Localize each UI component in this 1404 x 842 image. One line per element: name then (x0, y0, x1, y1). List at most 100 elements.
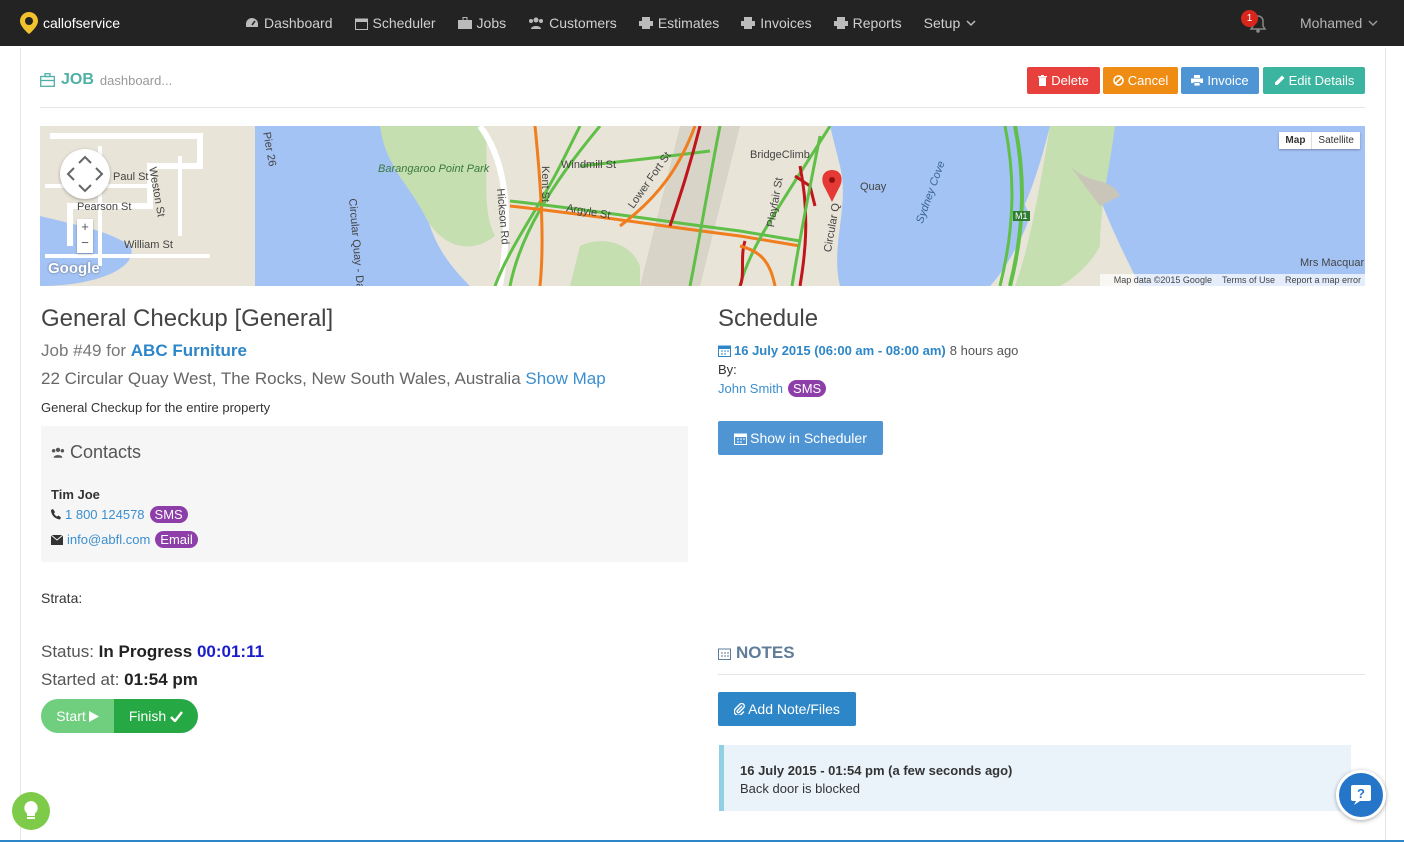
zoom-out-icon[interactable]: − (77, 235, 93, 251)
sms-badge[interactable]: SMS (788, 380, 827, 397)
delete-button-label: Delete (1051, 73, 1089, 88)
note-body: Back door is blocked (740, 781, 860, 796)
report-error-link[interactable]: Report a map error (1285, 275, 1361, 285)
note-header: 16 July 2015 - 01:54 pm (a few seconds a… (740, 763, 1013, 778)
phone-icon (51, 509, 61, 520)
map-label: BridgeClimb (750, 149, 810, 161)
contact-phone-row: 1 800 124578 SMS (51, 506, 188, 523)
users-icon (51, 447, 65, 458)
zoom-in-icon[interactable]: + (77, 219, 93, 235)
bulb-glyph-icon (24, 801, 38, 819)
google-logo: Google (48, 260, 100, 277)
contact-email-row: info@abfl.com Email (51, 531, 198, 548)
status-timer: 00:01:11 (196, 642, 265, 661)
m1-shield: M1 (1013, 211, 1030, 221)
header-divider (40, 107, 1365, 108)
print-icon (638, 17, 653, 29)
status-value: In Progress (98, 642, 193, 661)
contact-email-link[interactable]: info@abfl.com (67, 532, 150, 547)
play-icon (88, 710, 99, 722)
map-label: Barangaroo Point Park (378, 163, 490, 175)
map-data-credit: Map data ©2015 Google (1113, 275, 1212, 285)
nav-jobs[interactable]: Jobs (457, 15, 507, 31)
sms-badge[interactable]: SMS (149, 506, 188, 523)
user-menu[interactable]: Mohamed (1300, 15, 1378, 31)
nav-jobs-label: Jobs (476, 15, 507, 31)
calendar-icon (718, 648, 731, 660)
map-label: Kent St (539, 166, 551, 203)
user-name: Mohamed (1300, 15, 1363, 31)
contact-name: Tim Joe (51, 487, 100, 502)
nav-estimates[interactable]: Estimates (638, 15, 720, 31)
delete-button[interactable]: Delete (1027, 67, 1100, 94)
invoice-button-label: Invoice (1207, 73, 1249, 88)
nav-customers-label: Customers (549, 15, 617, 31)
map-label: William St (124, 239, 173, 251)
users-icon (529, 17, 544, 29)
notes-title: NOTES (718, 643, 795, 663)
paperclip-icon (734, 703, 746, 715)
schedule-date: 16 July 2015 (06:00 am - 08:00 am) 8 hou… (718, 343, 1018, 358)
map-zoom-control[interactable]: + − (77, 219, 93, 253)
schedule-by-label: By: (718, 362, 737, 377)
briefcase-icon (40, 73, 55, 87)
add-note-button[interactable]: Add Note/Files (718, 692, 856, 726)
terms-link[interactable]: Terms of Use (1222, 275, 1275, 285)
contacts-title-text: Contacts (70, 442, 142, 462)
nav-invoices-label: Invoices (760, 15, 812, 31)
lightbulb-icon[interactable] (12, 792, 50, 830)
map-pan-control[interactable] (60, 149, 110, 199)
ban-icon (1112, 75, 1124, 86)
show-map-link[interactable]: Show Map (525, 369, 605, 388)
nav-scheduler[interactable]: Scheduler (354, 15, 436, 31)
show-in-scheduler-button[interactable]: Show in Scheduler (718, 421, 883, 455)
map-type-map[interactable]: Map (1279, 132, 1313, 149)
job-location-map[interactable]: Paul St Pearson St William St Weston St … (40, 126, 1365, 286)
nav-setup[interactable]: Setup (924, 15, 982, 31)
page-subtitle: dashboard... (99, 72, 173, 88)
invoice-button[interactable]: Invoice (1181, 67, 1259, 94)
address-text: 22 Circular Quay West, The Rocks, New So… (41, 369, 521, 388)
nav-customers[interactable]: Customers (528, 15, 617, 31)
nav-estimates-label: Estimates (657, 15, 720, 31)
map-attribution: Map data ©2015 Google Terms of Use Repor… (1099, 274, 1365, 286)
notification-badge: 1 (1241, 10, 1258, 27)
schedule-title: Schedule (718, 305, 819, 332)
finish-button[interactable]: Finish (114, 699, 198, 733)
schedule-date-text: 16 July 2015 (06:00 am - 08:00 am) (734, 343, 946, 358)
notes-divider (718, 674, 1365, 675)
map-type-satellite[interactable]: Satellite (1312, 132, 1360, 149)
question-chat-icon: ? (1351, 785, 1371, 805)
trash-icon (1038, 75, 1048, 86)
edit-details-button[interactable]: Edit Details (1263, 67, 1365, 94)
location-pin-icon (20, 12, 38, 34)
show-in-scheduler-label: Show in Scheduler (750, 430, 867, 446)
cancel-button[interactable]: Cancel (1103, 67, 1178, 94)
edit-details-button-label: Edit Details (1288, 73, 1355, 88)
map-type-control[interactable]: Map Satellite (1279, 132, 1360, 149)
schedule-assignee: John Smith SMS (718, 380, 827, 397)
pencil-icon (1274, 75, 1285, 85)
nav-invoices[interactable]: Invoices (741, 15, 812, 31)
nav-reports[interactable]: Reports (833, 15, 902, 31)
envelope-icon (51, 534, 63, 545)
note-item: 16 July 2015 - 01:54 pm (a few seconds a… (719, 745, 1351, 811)
contact-phone-link[interactable]: 1 800 124578 (65, 507, 145, 522)
start-button[interactable]: Start (41, 699, 114, 733)
nav-dashboard[interactable]: Dashboard (245, 15, 333, 31)
help-chat-button[interactable]: ? (1336, 770, 1386, 820)
job-title: General Checkup [General] (41, 305, 334, 332)
schedule-ago: 8 hours ago (949, 343, 1019, 358)
logo[interactable]: callofservice (20, 10, 120, 36)
started-value: 01:54 pm (124, 670, 198, 689)
status-label: Status: (41, 642, 94, 661)
assignee-link[interactable]: John Smith (718, 381, 783, 396)
map-label: Pearson St (77, 201, 132, 213)
start-finish-group: Start Finish (41, 699, 198, 733)
email-badge[interactable]: Email (155, 531, 198, 548)
check-icon (170, 710, 184, 722)
customer-link[interactable]: ABC Furniture (131, 341, 247, 360)
contacts-panel: Contacts Tim Joe 1 800 124578 SMS info@a… (41, 426, 688, 562)
nav-reports-label: Reports (852, 15, 902, 31)
nav-scheduler-label: Scheduler (372, 15, 436, 31)
